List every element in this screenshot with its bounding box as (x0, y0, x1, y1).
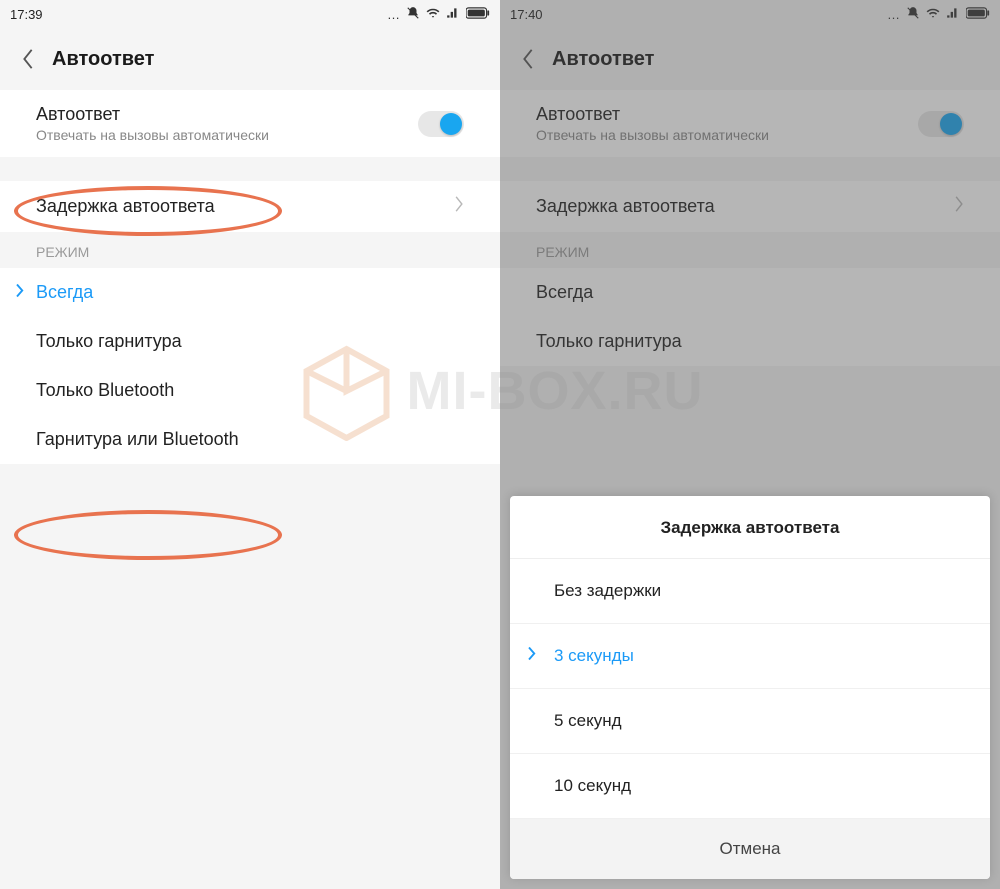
row-label: Гарнитура или Bluetooth (36, 429, 464, 450)
mode-bluetooth-row[interactable]: Только Bluetooth (0, 366, 500, 415)
delay-bottom-sheet: Задержка автоответа Без задержки 3 секун… (510, 496, 990, 879)
settings-list: Автоответ Отвечать на вызовы автоматичес… (0, 90, 500, 464)
toggle-knob (440, 113, 462, 135)
sheet-title: Задержка автоответа (510, 496, 990, 559)
status-time: 17:39 (10, 7, 43, 22)
row-label: Только Bluetooth (36, 380, 464, 401)
phone-screenshot-right: 17:40 … (500, 0, 1000, 889)
mute-icon (406, 6, 420, 23)
title-bar: Автоответ (0, 28, 500, 90)
delay-option-10s[interactable]: 10 секунд (510, 754, 990, 819)
wifi-icon (426, 6, 440, 23)
row-label: Всегда (36, 282, 464, 303)
row-subtitle: Отвечать на вызовы автоматически (36, 127, 418, 143)
row-label: Задержка автоответа (36, 196, 454, 217)
delay-row[interactable]: Задержка автоответа (0, 181, 500, 232)
option-label: Без задержки (554, 581, 661, 600)
status-icons: … (387, 6, 490, 23)
highlight-ellipse-headset-bt (14, 510, 282, 560)
chevron-right-icon (14, 281, 26, 304)
chevron-left-icon (21, 48, 35, 70)
mode-always-row[interactable]: Всегда (0, 268, 500, 317)
auto-answer-toggle[interactable] (418, 111, 464, 137)
row-label: Только гарнитура (36, 331, 464, 352)
mode-headset-or-bt-row[interactable]: Гарнитура или Bluetooth (0, 415, 500, 464)
sheet-cancel-button[interactable]: Отмена (510, 819, 990, 879)
auto-answer-toggle-row[interactable]: Автоответ Отвечать на вызовы автоматичес… (0, 90, 500, 157)
battery-icon (466, 7, 490, 22)
chevron-right-icon (526, 645, 538, 668)
signal-icon (446, 6, 460, 23)
back-button[interactable] (14, 45, 42, 73)
section-header-mode: РЕЖИМ (0, 232, 500, 268)
row-label: Автоответ (36, 104, 418, 125)
phone-screenshot-left: 17:39 … Автоответ (0, 0, 500, 889)
page-title: Автоответ (52, 48, 154, 71)
status-dots-icon: … (387, 7, 400, 22)
delay-option-none[interactable]: Без задержки (510, 559, 990, 624)
chevron-right-icon (454, 195, 464, 218)
status-bar: 17:39 … (0, 0, 500, 28)
cancel-label: Отмена (720, 839, 781, 858)
mode-headset-row[interactable]: Только гарнитура (0, 317, 500, 366)
option-label: 3 секунды (554, 646, 634, 665)
option-label: 10 секунд (554, 776, 631, 795)
delay-option-3s[interactable]: 3 секунды (510, 624, 990, 689)
option-label: 5 секунд (554, 711, 622, 730)
delay-option-5s[interactable]: 5 секунд (510, 689, 990, 754)
